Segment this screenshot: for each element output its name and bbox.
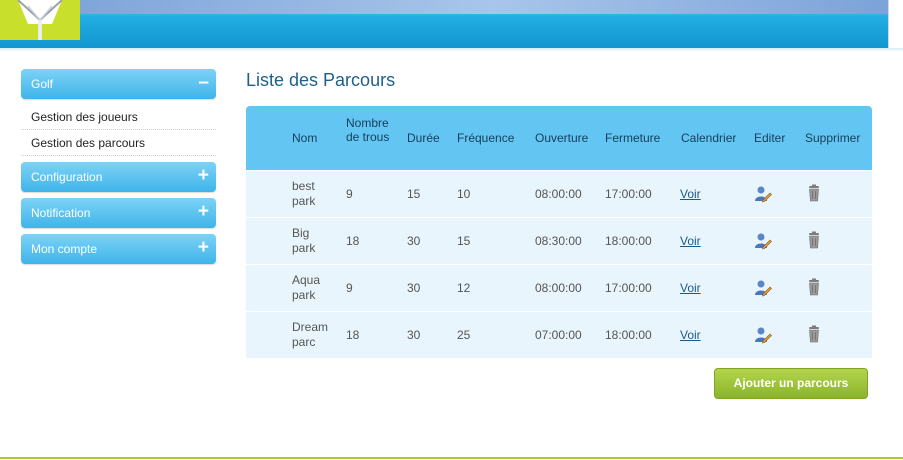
table-row: Big park 18 30 15 08:30:00 18:00:00 Voir bbox=[246, 217, 872, 264]
column-header-fermeture[interactable]: Fermeture bbox=[605, 131, 660, 145]
cell-duree: 30 bbox=[407, 234, 421, 248]
menu-item-label: Gestion des parcours bbox=[31, 136, 146, 150]
cell-duree: 15 bbox=[407, 187, 421, 201]
table-row: Aqua park 9 30 12 08:00:00 17:00:00 Voir bbox=[246, 264, 872, 311]
menu-section-notification[interactable]: Notification + bbox=[21, 198, 216, 228]
calendrier-link[interactable]: Voir bbox=[680, 328, 701, 343]
cell-frequence: 12 bbox=[457, 281, 471, 295]
cell-nom: best park bbox=[292, 179, 315, 209]
header-top-band bbox=[80, 0, 903, 14]
cell-nom-line: parc bbox=[292, 335, 316, 349]
cell-nom-line: best bbox=[292, 179, 315, 193]
cell-nom: Aqua park bbox=[292, 273, 320, 303]
trash-icon[interactable] bbox=[805, 231, 823, 249]
trash-icon[interactable] bbox=[805, 325, 823, 343]
edit-user-icon[interactable] bbox=[754, 326, 772, 344]
cell-ouverture: 08:30:00 bbox=[535, 234, 582, 248]
menu-section-mon-compte[interactable]: Mon compte + bbox=[21, 234, 216, 264]
cell-duree: 30 bbox=[407, 281, 421, 295]
cell-trous: 18 bbox=[346, 328, 360, 342]
expand-icon[interactable]: + bbox=[198, 237, 209, 259]
cell-fermeture: 18:00:00 bbox=[605, 234, 652, 248]
cell-nom-line: Big bbox=[292, 226, 310, 240]
column-header-nom[interactable]: Nom bbox=[292, 131, 317, 145]
cell-nom-line: park bbox=[292, 194, 316, 208]
menu-item-gestion-parcours[interactable]: Gestion des parcours bbox=[21, 130, 216, 156]
menu-item-gestion-joueurs[interactable]: Gestion des joueurs bbox=[21, 104, 216, 130]
cell-fermeture: 18:00:00 bbox=[605, 328, 652, 342]
cell-trous: 18 bbox=[346, 234, 360, 248]
menu-section-golf[interactable]: Golf – bbox=[21, 69, 216, 99]
header-bar bbox=[0, 0, 903, 48]
column-header-frequence[interactable]: Fréquence bbox=[457, 131, 514, 145]
cell-duree: 30 bbox=[407, 328, 421, 342]
header-shadow bbox=[0, 48, 903, 52]
cell-nom: Big park bbox=[292, 226, 315, 256]
calendrier-link[interactable]: Voir bbox=[680, 281, 701, 296]
cell-trous: 9 bbox=[346, 187, 353, 201]
trash-icon[interactable] bbox=[805, 278, 823, 296]
collapse-icon[interactable]: – bbox=[198, 72, 209, 94]
cell-ouverture: 08:00:00 bbox=[535, 187, 582, 201]
column-header-supprimer[interactable]: Supprimer bbox=[805, 131, 860, 145]
column-header-ouverture[interactable]: Ouverture bbox=[535, 131, 588, 145]
cell-frequence: 15 bbox=[457, 234, 471, 248]
logo bbox=[0, 0, 80, 40]
edit-user-icon[interactable] bbox=[754, 279, 772, 297]
expand-icon[interactable]: + bbox=[198, 201, 209, 223]
column-header-calendrier[interactable]: Calendrier bbox=[681, 131, 736, 145]
cell-nom: Dream parc bbox=[292, 320, 328, 350]
page-title: Liste des Parcours bbox=[246, 70, 396, 90]
menu-section-label: Notification bbox=[31, 206, 91, 220]
menu-section-label: Configuration bbox=[31, 170, 103, 184]
calendrier-link[interactable]: Voir bbox=[680, 187, 701, 202]
edit-user-icon[interactable] bbox=[754, 185, 772, 203]
trash-icon[interactable] bbox=[805, 184, 823, 202]
menu-section-label: Golf bbox=[31, 77, 54, 91]
cell-fermeture: 17:00:00 bbox=[605, 187, 652, 201]
footer-divider bbox=[0, 457, 903, 459]
cell-trous: 9 bbox=[346, 281, 353, 295]
edit-user-icon[interactable] bbox=[754, 232, 772, 250]
table-row: best park 9 15 10 08:00:00 17:00:00 Voir bbox=[246, 170, 872, 217]
expand-icon[interactable]: + bbox=[198, 165, 209, 187]
menu-item-label: Gestion des joueurs bbox=[31, 110, 138, 124]
cell-nom-line: Dream bbox=[292, 320, 329, 334]
cell-nom-line: park bbox=[292, 288, 316, 302]
column-header-nombre-de-trous[interactable]: Nombre de trous bbox=[346, 116, 396, 144]
menu-section-configuration[interactable]: Configuration + bbox=[21, 162, 216, 192]
header-edge bbox=[888, 0, 903, 48]
cell-nom-line: park bbox=[292, 241, 316, 255]
cell-ouverture: 07:00:00 bbox=[535, 328, 582, 342]
table-row: Dream parc 18 30 25 07:00:00 18:00:00 Voir bbox=[246, 311, 872, 358]
cell-frequence: 25 bbox=[457, 328, 471, 342]
calendrier-link[interactable]: Voir bbox=[680, 234, 701, 249]
menu-section-label: Mon compte bbox=[31, 242, 98, 256]
table-header: Nom Nombre de trous Durée Fréquence Ouve… bbox=[246, 106, 872, 170]
parcours-table: Nom Nombre de trous Durée Fréquence Ouve… bbox=[246, 106, 872, 358]
column-header-duree[interactable]: Durée bbox=[407, 131, 440, 145]
cell-fermeture: 17:00:00 bbox=[605, 281, 652, 295]
cell-ouverture: 08:00:00 bbox=[535, 281, 582, 295]
cell-frequence: 10 bbox=[457, 187, 471, 201]
column-header-editer[interactable]: Editer bbox=[754, 131, 785, 145]
cell-nom-line: Aqua bbox=[292, 273, 321, 287]
add-parcours-button[interactable]: Ajouter un parcours bbox=[714, 368, 868, 399]
